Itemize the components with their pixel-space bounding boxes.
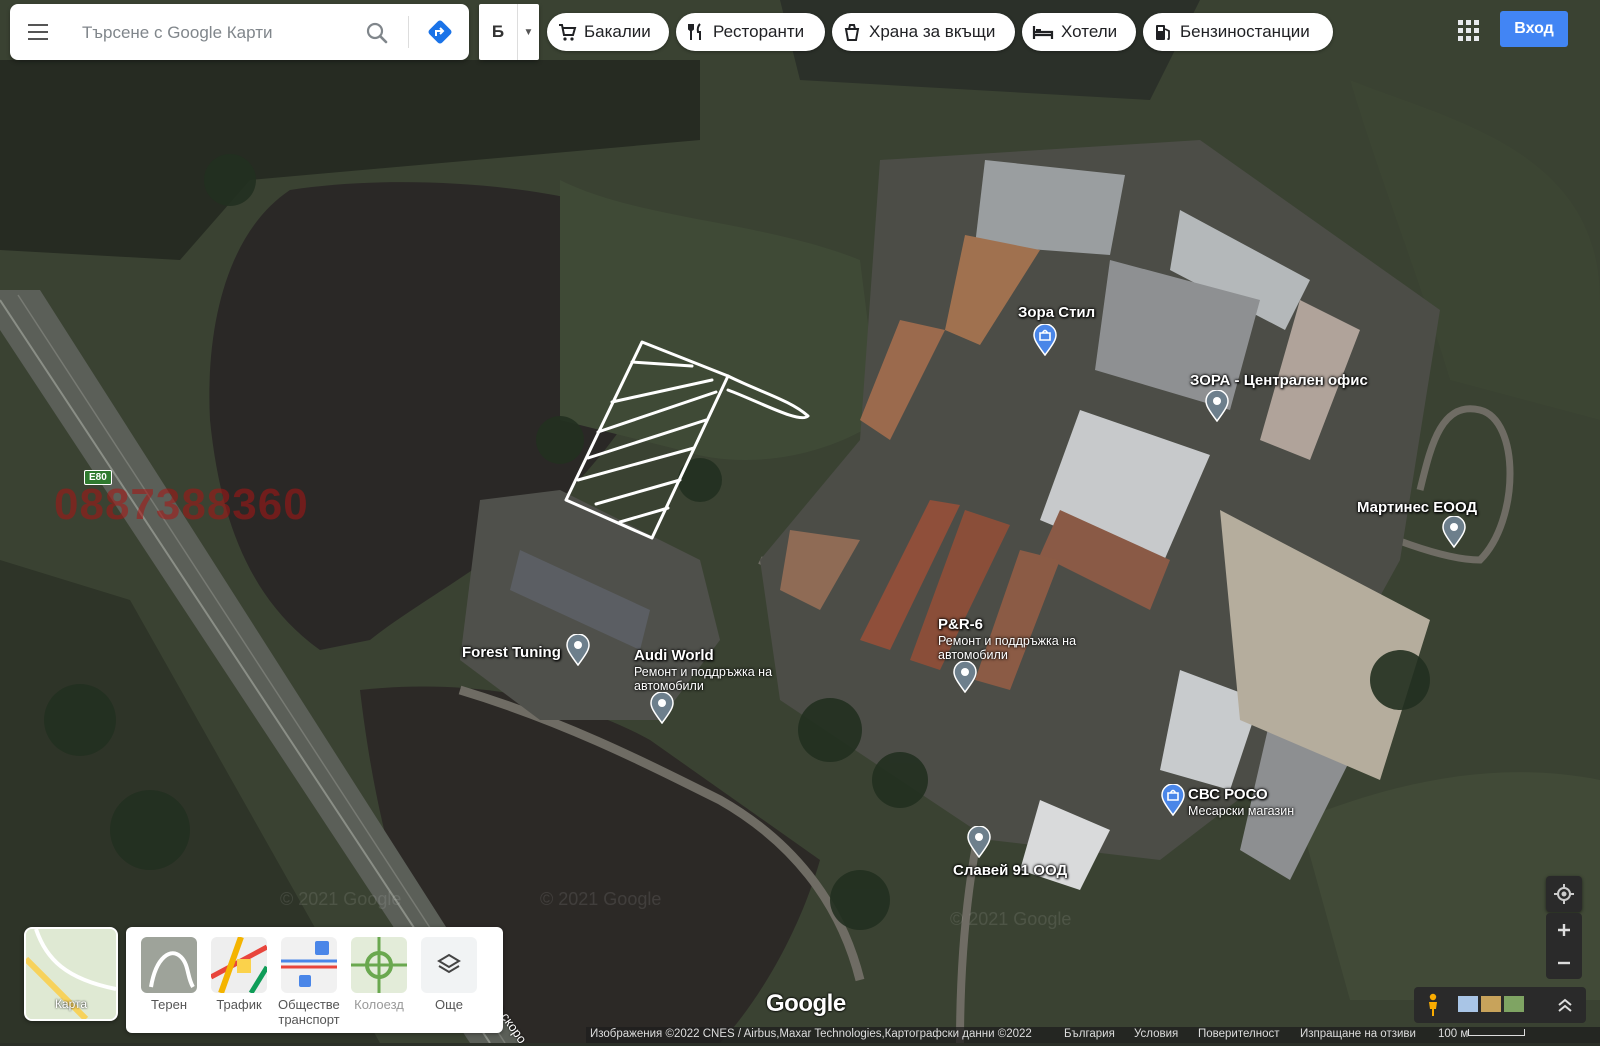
restaurant-icon bbox=[688, 23, 701, 40]
map-type-toggle[interactable]: Карта bbox=[24, 927, 118, 1021]
cart-icon bbox=[559, 24, 577, 41]
zoom-out-button[interactable] bbox=[1546, 946, 1582, 979]
imagery-thumb bbox=[1481, 996, 1501, 1012]
chip-takeout[interactable]: Храна за вкъщи bbox=[832, 13, 1015, 51]
chip-label: Хотели bbox=[1061, 22, 1118, 41]
watermark-text: © 2021 Google bbox=[950, 909, 1071, 929]
chip-restaurants[interactable]: Ресторанти bbox=[676, 13, 825, 51]
my-location-button[interactable] bbox=[1546, 876, 1582, 912]
layers-icon bbox=[421, 937, 477, 993]
map-pin-icon[interactable] bbox=[966, 825, 992, 859]
layer-label: Терен bbox=[150, 997, 188, 1012]
search-box bbox=[10, 4, 469, 60]
chip-label: Ресторанти bbox=[713, 22, 805, 41]
gas-station-icon bbox=[1156, 25, 1170, 41]
chip-label: Храна за вкъщи bbox=[869, 22, 996, 41]
map-pin-icon[interactable] bbox=[1441, 515, 1467, 549]
chip-groceries[interactable]: Бакалии bbox=[547, 13, 669, 51]
shopping-pin-icon[interactable] bbox=[1032, 323, 1058, 357]
layer-terrain[interactable]: Терен bbox=[138, 937, 200, 1033]
zoom-in-button[interactable] bbox=[1546, 913, 1582, 946]
chip-hotels[interactable]: Хотели bbox=[1022, 13, 1136, 51]
place-label[interactable]: Мартинес ЕООД bbox=[1357, 499, 1477, 516]
directions-icon[interactable] bbox=[424, 16, 456, 48]
layers-panel: Терен Трафик Обществен транспорт Колоезд… bbox=[126, 927, 503, 1033]
layer-label: Още bbox=[435, 997, 463, 1012]
google-logo: Google bbox=[766, 990, 846, 1017]
expand-icon[interactable] bbox=[1554, 995, 1576, 1015]
place-label[interactable]: Audi World bbox=[634, 647, 714, 664]
layer-label: Обществен транспорт bbox=[278, 997, 340, 1027]
place-subtitle: Ремонт и поддръжка на автомобили bbox=[938, 634, 1077, 662]
terms-link[interactable]: Условия bbox=[1134, 1028, 1178, 1040]
biking-icon bbox=[351, 937, 407, 993]
minus-icon bbox=[1558, 961, 1570, 964]
imagery-thumb bbox=[1458, 996, 1478, 1012]
country-link[interactable]: България bbox=[1064, 1028, 1115, 1040]
search-icon[interactable] bbox=[362, 18, 392, 48]
language-label: Б bbox=[491, 22, 505, 41]
place-label[interactable]: P&R-6 bbox=[938, 616, 983, 633]
imagery-attribution: Изображения ©2022 CNES / Airbus,Maxar Te… bbox=[590, 1028, 1032, 1040]
attribution-footer: Изображения ©2022 CNES / Airbus,Maxar Te… bbox=[586, 1027, 1600, 1043]
map-pin-icon[interactable] bbox=[952, 660, 978, 694]
place-label[interactable]: ЗОРА - Централен офис bbox=[1190, 372, 1368, 389]
watermark-text: © 2021 Google bbox=[280, 889, 401, 909]
phone-watermark: 0887388360 bbox=[54, 480, 309, 529]
shopping-pin-icon[interactable] bbox=[1160, 783, 1186, 817]
place-label[interactable]: Зора Стил bbox=[1018, 304, 1095, 321]
layer-biking[interactable]: Колоезд bbox=[348, 937, 410, 1033]
pegman-icon[interactable] bbox=[1422, 993, 1444, 1017]
menu-icon[interactable] bbox=[22, 18, 54, 46]
divider bbox=[408, 16, 409, 48]
layer-transit[interactable]: Обществен транспорт bbox=[278, 937, 340, 1033]
layer-more[interactable]: Още bbox=[418, 937, 480, 1033]
apps-grid-icon[interactable] bbox=[1452, 14, 1484, 46]
place-label[interactable]: СВС РОСО bbox=[1188, 786, 1268, 803]
chip-label: Бензиностанции bbox=[1180, 22, 1310, 41]
layer-traffic[interactable]: Трафик bbox=[208, 937, 270, 1033]
place-label[interactable]: Forest Tuning bbox=[462, 644, 561, 661]
input-language-button[interactable]: Б ▼ bbox=[479, 4, 539, 60]
search-input[interactable] bbox=[80, 16, 354, 50]
transit-icon bbox=[281, 937, 337, 993]
my-location-icon bbox=[1554, 884, 1574, 904]
place-subtitle: Месарски магазин bbox=[1188, 804, 1295, 818]
place-subtitle: Ремонт и поддръжка на автомобили bbox=[634, 665, 773, 693]
imagery-thumbnails[interactable] bbox=[1458, 996, 1526, 1014]
plus-icon bbox=[1558, 923, 1570, 936]
chip-gas-stations[interactable]: Бензиностанции bbox=[1143, 13, 1333, 51]
sign-in-button[interactable]: Вход bbox=[1500, 11, 1568, 47]
imagery-thumb bbox=[1504, 996, 1524, 1012]
privacy-link[interactable]: Поверителност bbox=[1198, 1028, 1279, 1040]
feedback-link[interactable]: Изпращане на отзиви bbox=[1300, 1028, 1416, 1040]
layer-label: Трафик bbox=[216, 997, 262, 1012]
zoom-controls bbox=[1546, 913, 1582, 979]
map-type-label: Карта bbox=[54, 997, 88, 1011]
traffic-icon bbox=[211, 937, 267, 993]
road-badge: E80 bbox=[84, 470, 112, 485]
map-pin-icon[interactable] bbox=[649, 691, 675, 725]
takeout-icon bbox=[844, 24, 860, 41]
chevron-down-icon: ▼ bbox=[523, 26, 534, 38]
terrain-icon bbox=[141, 937, 197, 993]
watermark-text: © 2021 Google bbox=[540, 889, 661, 909]
bottom-control-tray bbox=[1414, 987, 1586, 1023]
hotel-icon bbox=[1032, 26, 1054, 39]
scale-bar bbox=[1468, 1029, 1525, 1036]
layer-label: Колоезд bbox=[354, 997, 404, 1012]
map-pin-icon[interactable] bbox=[565, 633, 591, 667]
scale-label[interactable]: 100 м bbox=[1438, 1028, 1468, 1040]
place-label[interactable]: Славей 91 ООД bbox=[953, 862, 1067, 879]
chip-label: Бакалии bbox=[584, 22, 651, 41]
map-pin-icon[interactable] bbox=[1204, 389, 1230, 423]
